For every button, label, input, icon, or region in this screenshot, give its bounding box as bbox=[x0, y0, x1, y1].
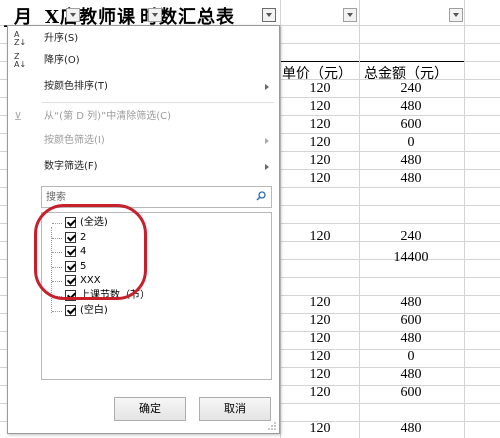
filter-dropdown-button[interactable] bbox=[66, 8, 80, 22]
checkbox[interactable] bbox=[65, 246, 76, 258]
autofilter-dropdown-panel: A Z↓ 升序(S) Z A↓ 降序(O) 按颜色排序(T) ⊻ 从“(第 D 列)… bbox=[7, 25, 280, 434]
cell-unit-price[interactable]: 120 bbox=[290, 313, 350, 329]
cell-total-amount[interactable]: 600 bbox=[381, 313, 441, 329]
cell-unit-price[interactable]: 120 bbox=[290, 349, 350, 365]
menu-sort-descending[interactable]: Z A↓ 降序(O) bbox=[8, 50, 279, 72]
cancel-button[interactable]: 取消 bbox=[199, 397, 271, 421]
filter-list-item[interactable]: 5 bbox=[42, 260, 271, 274]
clear-filter-icon: ⊻ bbox=[14, 110, 23, 123]
cell-unit-price[interactable]: 120 bbox=[290, 135, 350, 151]
cell-unit-price[interactable]: 120 bbox=[290, 421, 350, 437]
filter-list-item-label: XXX bbox=[80, 275, 101, 287]
cell-total-amount[interactable]: 240 bbox=[381, 81, 441, 97]
filter-list-item-label: (空白) bbox=[80, 304, 108, 316]
cell-total-amount[interactable]: 600 bbox=[381, 385, 441, 401]
filter-dropdown-button[interactable] bbox=[449, 8, 463, 22]
checkbox[interactable] bbox=[65, 217, 76, 228]
filter-dropdown-button[interactable] bbox=[148, 8, 162, 22]
cell-unit-price[interactable]: 120 bbox=[290, 295, 350, 311]
cell-total-amount[interactable]: 480 bbox=[381, 99, 441, 115]
checkbox[interactable] bbox=[65, 260, 76, 272]
menu-number-filter[interactable]: 数字筛选(F) bbox=[8, 156, 279, 178]
cell-total-amount[interactable]: 240 bbox=[381, 229, 441, 245]
cell-unit-price[interactable]: 120 bbox=[290, 117, 350, 133]
cell-total-amount[interactable]: 480 bbox=[381, 295, 441, 311]
header-total-amount: 总金额（元） bbox=[364, 66, 448, 82]
checkbox[interactable] bbox=[65, 304, 76, 316]
cell-total-amount[interactable]: 600 bbox=[381, 117, 441, 133]
sort-descending-icon: Z A↓ bbox=[14, 52, 27, 69]
filter-value-list[interactable]: (全选) 2 4 5 XXX 上课节数（节） (空白) bbox=[41, 212, 272, 380]
cell-unit-price[interactable]: 120 bbox=[290, 385, 350, 401]
filter-search-input[interactable] bbox=[44, 189, 248, 205]
filter-list-item[interactable]: XXX bbox=[42, 274, 271, 288]
filter-dropdown-button[interactable] bbox=[343, 8, 357, 22]
cell-unit-price[interactable]: 120 bbox=[290, 331, 350, 347]
cell-total-amount[interactable]: 14400 bbox=[381, 250, 441, 266]
checkbox[interactable] bbox=[65, 231, 76, 243]
menu-filter-by-color: 按颜色筛选(I) bbox=[8, 130, 279, 152]
resize-grip-icon[interactable] bbox=[268, 422, 276, 430]
filter-list-item-label: 4 bbox=[80, 246, 87, 258]
filter-list-item[interactable]: (全选) bbox=[42, 216, 271, 230]
cell-unit-price[interactable]: 120 bbox=[290, 81, 350, 97]
cell-unit-price[interactable]: 120 bbox=[290, 367, 350, 383]
submenu-arrow-icon bbox=[265, 138, 269, 144]
cell-total-amount[interactable]: 480 bbox=[381, 331, 441, 347]
menu-sort-by-color[interactable]: 按颜色排序(T) bbox=[8, 76, 279, 98]
filter-list-item-label: 上课节数（节） bbox=[80, 290, 150, 301]
header-unit-price: 单价（元） bbox=[282, 66, 352, 82]
cell-total-amount[interactable]: 0 bbox=[381, 135, 441, 151]
filter-list-item[interactable]: 上课节数（节） bbox=[42, 289, 271, 303]
menu-sort-ascending[interactable]: A Z↓ 升序(S) bbox=[8, 28, 279, 50]
filter-dropdown-button-active[interactable] bbox=[262, 8, 276, 22]
ok-button[interactable]: 确定 bbox=[114, 397, 186, 421]
filter-list-item-label: (全选) bbox=[80, 217, 108, 228]
cell-unit-price[interactable]: 120 bbox=[290, 171, 350, 187]
filter-list-item-label: 2 bbox=[80, 231, 87, 243]
cell-total-amount[interactable]: 0 bbox=[381, 349, 441, 365]
filter-list-item[interactable]: 4 bbox=[42, 245, 271, 259]
checkbox[interactable] bbox=[65, 290, 76, 301]
cell-total-amount[interactable]: 480 bbox=[381, 153, 441, 169]
cell-unit-price[interactable]: 120 bbox=[290, 153, 350, 169]
sort-ascending-icon: A Z↓ bbox=[14, 30, 27, 47]
filter-list-item[interactable]: 2 bbox=[42, 231, 271, 245]
cell-total-amount[interactable]: 480 bbox=[381, 421, 441, 437]
submenu-arrow-icon bbox=[265, 164, 269, 170]
cell-total-amount[interactable]: 480 bbox=[381, 171, 441, 187]
checkbox[interactable] bbox=[65, 275, 76, 287]
filter-search-box[interactable] bbox=[41, 186, 272, 208]
search-icon[interactable] bbox=[256, 191, 266, 201]
menu-clear-filter: ⊻ 从“(第 D 列)”中清除筛选(C) bbox=[14, 110, 172, 123]
submenu-arrow-icon bbox=[265, 84, 269, 90]
filter-list-item-label: 5 bbox=[80, 260, 87, 272]
filter-list-item[interactable]: (空白) bbox=[42, 304, 271, 318]
cell-total-amount[interactable]: 480 bbox=[381, 367, 441, 383]
cell-unit-price[interactable]: 120 bbox=[290, 99, 350, 115]
cell-unit-price[interactable]: 120 bbox=[290, 229, 350, 245]
